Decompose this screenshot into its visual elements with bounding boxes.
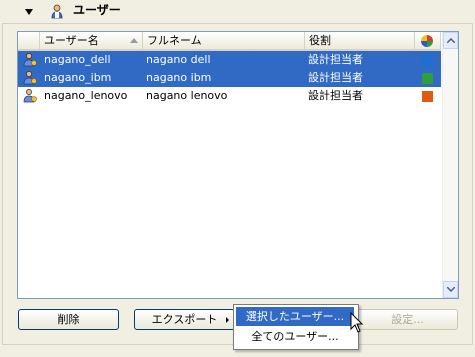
table-row[interactable]: nagano_lenovo nagano lenovo 設計担当者 <box>18 87 441 105</box>
export-button-label: エクスポート <box>151 313 218 326</box>
settings-button-label: 設定... <box>391 313 424 326</box>
users-icon <box>51 4 63 19</box>
vertical-scrollbar[interactable] <box>442 32 458 298</box>
cell-fullname: nagano lenovo <box>146 89 228 102</box>
color-wheel-icon <box>421 35 433 47</box>
column-header-username-label: ユーザー名 <box>44 34 99 47</box>
submenu-arrow-icon <box>226 317 229 323</box>
color-swatch <box>422 91 433 102</box>
user-icon <box>23 53 37 67</box>
panel-title: ユーザー <box>73 3 121 17</box>
menu-item-export-selected-label: 選択したユーザー... <box>245 310 345 323</box>
export-button[interactable]: エクスポート <box>134 309 235 330</box>
column-header-fullname[interactable]: フルネーム <box>143 32 305 51</box>
menu-item-export-all-label: 全てのユーザー... <box>251 330 339 343</box>
column-header-icon[interactable] <box>18 32 40 51</box>
cell-fullname: nagano ibm <box>146 71 212 84</box>
column-header-color[interactable] <box>415 32 441 51</box>
table-row[interactable]: nagano_dell nagano dell 設計担当者 <box>18 51 441 69</box>
settings-button[interactable]: 設定... <box>357 309 458 330</box>
delete-button-label: 削除 <box>57 313 80 326</box>
user-icon <box>23 71 37 85</box>
chevron-down-icon <box>447 287 455 292</box>
panel-header: ユーザー <box>0 0 475 24</box>
cell-role: 設計担当者 <box>308 89 363 102</box>
sort-ascending-icon <box>130 38 138 43</box>
table-row[interactable]: nagano_ibm nagano ibm 設計担当者 <box>18 69 441 87</box>
color-swatch <box>422 55 433 66</box>
cell-username: nagano_ibm <box>44 71 112 84</box>
column-header-role-label: 役割 <box>309 34 331 47</box>
cell-role: 設計担当者 <box>308 53 363 66</box>
export-menu: 選択したユーザー... 全てのユーザー... <box>233 304 359 350</box>
menu-item-export-all[interactable]: 全てのユーザー... <box>236 327 354 346</box>
scroll-down-button[interactable] <box>443 281 458 298</box>
color-swatch <box>422 73 433 84</box>
delete-button[interactable]: 削除 <box>18 309 119 330</box>
column-header-username[interactable]: ユーザー名 <box>40 32 143 51</box>
menu-item-export-selected[interactable]: 選択したユーザー... <box>236 307 354 326</box>
users-table[interactable]: ユーザー名 フルネーム 役割 nagano_dell nagano dell 設… <box>17 31 459 299</box>
user-icon <box>23 89 37 103</box>
chevron-up-icon <box>447 38 455 43</box>
column-header-role[interactable]: 役割 <box>305 32 415 51</box>
collapse-arrow-icon[interactable] <box>25 9 33 15</box>
cell-fullname: nagano dell <box>146 53 211 66</box>
cell-role: 設計担当者 <box>308 71 363 84</box>
mouse-cursor-icon <box>350 312 364 333</box>
column-header-fullname-label: フルネーム <box>147 34 202 47</box>
cell-username: nagano_lenovo <box>44 89 128 102</box>
scroll-up-button[interactable] <box>443 32 458 49</box>
cell-username: nagano_dell <box>44 53 111 66</box>
